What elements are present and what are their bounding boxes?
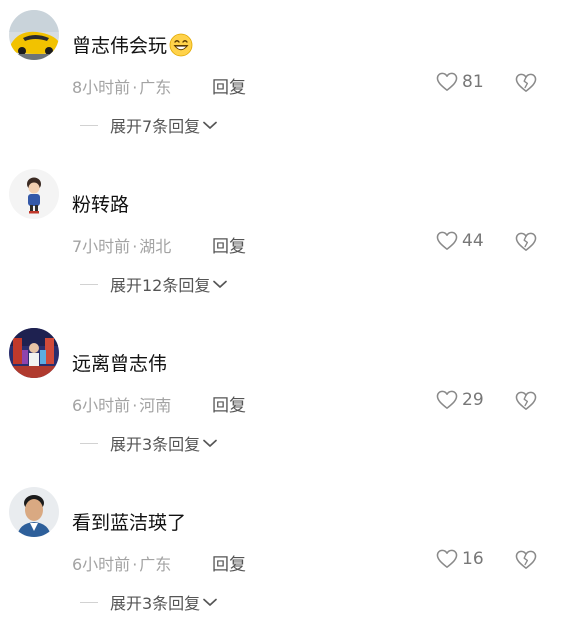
reply-button[interactable]: 回复 [212, 232, 246, 257]
heart-outline-icon [436, 390, 458, 409]
avatar[interactable] [9, 328, 59, 378]
heart-outline-icon [436, 72, 458, 91]
expand-replies-button[interactable]: 展开3条回复 [80, 431, 218, 455]
expand-replies-button[interactable]: 展开3条回复 [80, 590, 218, 614]
comment-location: 广东 [139, 555, 172, 574]
comment-item: 看到蓝洁瑛了 6小时前 · 广东 回复 16 展开3条回复 [0, 477, 573, 636]
comment-list: 曾志伟会玩 8小时前 · 广东 回复 81 展开7条回复 粉转路 7小时前 · … [0, 0, 573, 640]
like-count: 16 [462, 549, 484, 569]
comment-location: 河南 [139, 396, 172, 415]
comment-time: 7小时前 [72, 237, 131, 256]
like-count: 29 [462, 390, 484, 410]
broken-heart-icon[interactable] [515, 550, 537, 570]
reply-button[interactable]: 回复 [212, 73, 246, 98]
reply-button[interactable]: 回复 [212, 550, 246, 575]
comment-meta: 8小时前 · 广东 [72, 74, 171, 98]
meta-separator: · [132, 555, 138, 574]
chevron-down-icon [203, 439, 218, 447]
avatar[interactable] [9, 10, 59, 60]
heart-outline-icon [436, 549, 458, 568]
comment-location: 广东 [139, 78, 172, 97]
expand-replies-label: 展开7条回复 [110, 117, 201, 136]
comment-time: 6小时前 [72, 396, 131, 415]
comment-location: 湖北 [139, 237, 172, 256]
chevron-down-icon [203, 121, 218, 129]
chevron-down-icon [203, 598, 218, 606]
comment-text: 看到蓝洁瑛了 [72, 508, 186, 535]
comment-item: 粉转路 7小时前 · 湖北 回复 44 展开12条回复 [0, 159, 573, 318]
comment-item: 曾志伟会玩 8小时前 · 广东 回复 81 展开7条回复 [0, 0, 573, 159]
chevron-down-icon [213, 280, 228, 288]
like-button[interactable]: 81 [436, 72, 484, 92]
expand-replies-button[interactable]: 展开12条回复 [80, 272, 228, 296]
like-button[interactable]: 44 [436, 231, 484, 251]
comment-text: 远离曾志伟 [72, 349, 167, 376]
expand-divider [80, 442, 98, 444]
avatar[interactable] [9, 487, 59, 537]
comment-item: 远离曾志伟 6小时前 · 河南 回复 29 展开3条回复 [0, 318, 573, 477]
broken-heart-icon[interactable] [515, 391, 537, 411]
expand-replies-label: 展开12条回复 [110, 276, 211, 295]
avatar[interactable] [9, 169, 59, 219]
expand-replies-label: 展开3条回复 [110, 594, 201, 613]
meta-separator: · [132, 237, 138, 256]
comment-meta: 7小时前 · 湖北 [72, 233, 171, 257]
expand-replies-button[interactable]: 展开7条回复 [80, 113, 218, 137]
comment-time: 6小时前 [72, 555, 131, 574]
expand-divider [80, 601, 98, 603]
like-count: 81 [462, 72, 484, 92]
like-button[interactable]: 29 [436, 390, 484, 410]
avatar-image [9, 169, 59, 219]
comment-text-content: 远离曾志伟 [72, 353, 168, 375]
avatar-image [9, 10, 59, 60]
meta-separator: · [132, 396, 138, 415]
comment-text-content: 曾志伟会玩 [72, 35, 168, 57]
reply-button[interactable]: 回复 [212, 391, 246, 416]
broken-heart-icon[interactable] [515, 232, 537, 252]
meta-separator: · [132, 78, 138, 97]
comment-text: 曾志伟会玩 [72, 31, 193, 58]
comment-meta: 6小时前 · 河南 [72, 392, 171, 416]
grinning-face-emoji-icon [169, 33, 193, 56]
comment-text-content: 看到蓝洁瑛了 [72, 512, 187, 534]
comment-text-content: 粉转路 [72, 194, 130, 216]
expand-divider [80, 283, 98, 285]
broken-heart-icon[interactable] [515, 73, 537, 93]
avatar-image [9, 328, 59, 378]
comment-text: 粉转路 [72, 190, 129, 217]
expand-replies-label: 展开3条回复 [110, 435, 201, 454]
comment-meta: 6小时前 · 广东 [72, 551, 171, 575]
avatar-image [9, 487, 59, 537]
heart-outline-icon [436, 231, 458, 250]
like-button[interactable]: 16 [436, 549, 484, 569]
comment-time: 8小时前 [72, 78, 131, 97]
expand-divider [80, 124, 98, 126]
like-count: 44 [462, 231, 484, 251]
